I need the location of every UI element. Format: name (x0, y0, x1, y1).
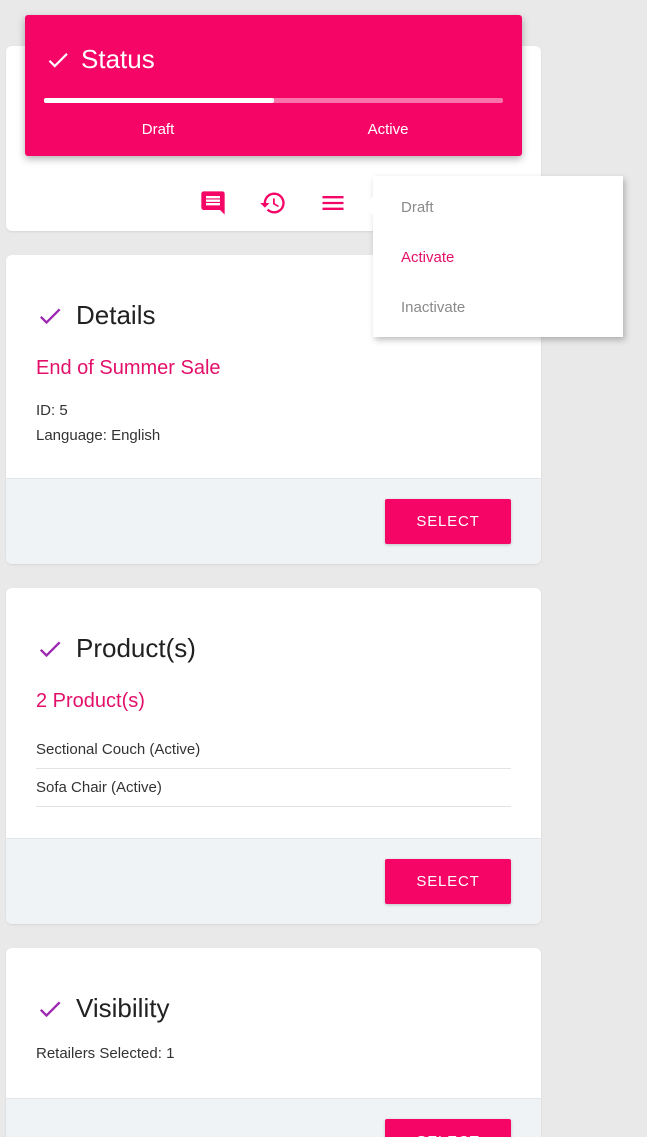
visibility-retailers: Retailers Selected: 1 (36, 1045, 175, 1062)
visibility-card: Visibility Retailers Selected: 1 SELECT (6, 948, 541, 1137)
visibility-title-text: Visibility (76, 993, 170, 1023)
products-card: Product(s) 2 Product(s) Sectional Couch … (6, 588, 541, 924)
check-icon (39, 1001, 61, 1017)
menu-item-activate[interactable]: Activate (401, 249, 454, 266)
check-icon (39, 308, 61, 324)
visibility-select-button[interactable]: SELECT (385, 1119, 511, 1137)
product-item: Sectional Couch (Active) (36, 731, 511, 769)
status-progress-track (44, 98, 503, 103)
details-select-button[interactable]: SELECT (385, 499, 511, 544)
status-step-draft: Draft (141, 121, 175, 138)
status-title-text: Status (81, 44, 155, 74)
status-header: Status Draft Active (25, 15, 522, 156)
status-progress-fill (44, 98, 274, 103)
products-select-button[interactable]: SELECT (385, 859, 511, 904)
details-language: Language: English (36, 427, 161, 444)
details-id: ID: 5 (36, 402, 68, 419)
history-button[interactable] (255, 185, 291, 221)
details-title: Details (36, 300, 155, 331)
check-icon (39, 641, 61, 657)
menu-icon (322, 196, 344, 210)
products-title: Product(s) (36, 633, 196, 664)
visibility-title: Visibility (36, 993, 169, 1024)
status-step-active: Active (367, 121, 409, 138)
details-title-text: Details (76, 300, 156, 330)
status-title: Status (45, 44, 155, 75)
product-item: Sofa Chair (Active) (36, 769, 511, 807)
menu-button[interactable] (315, 185, 351, 221)
history-icon (260, 192, 285, 214)
products-title-text: Product(s) (76, 633, 196, 663)
check-icon (48, 52, 68, 68)
comment-icon (201, 191, 225, 215)
menu-item-draft[interactable]: Draft (401, 199, 434, 216)
page: Status Draft Active Details End of Summe… (0, 0, 647, 1137)
status-dropdown-menu: Draft Activate Inactivate (364, 176, 623, 337)
menu-item-inactivate[interactable]: Inactivate (401, 299, 465, 316)
details-name: End of Summer Sale (36, 357, 221, 379)
products-count: 2 Product(s) (36, 690, 145, 712)
products-footer: SELECT (6, 838, 541, 924)
details-footer: SELECT (6, 478, 541, 564)
dropdown-arrow (364, 197, 373, 215)
visibility-footer: SELECT (6, 1098, 541, 1137)
comment-button[interactable] (195, 185, 231, 221)
